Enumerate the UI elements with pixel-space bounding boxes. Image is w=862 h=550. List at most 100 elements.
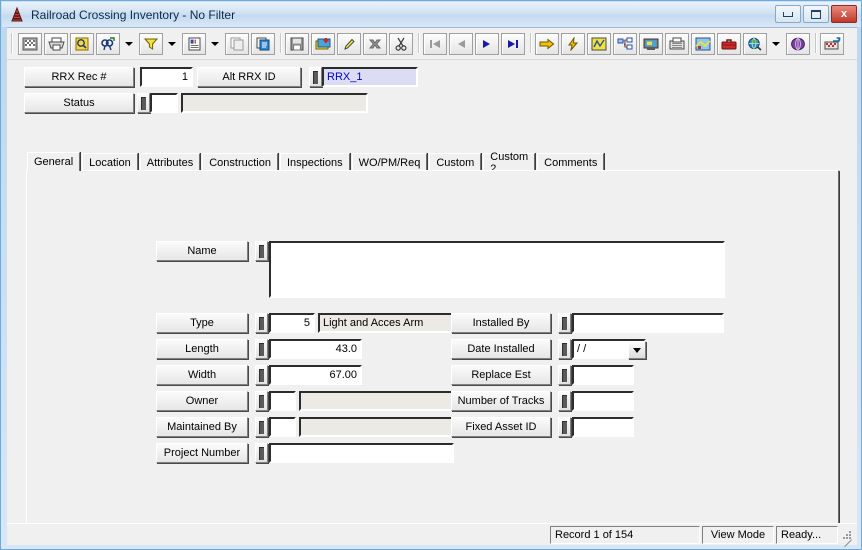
tab-custom[interactable]: Custom bbox=[429, 153, 482, 171]
monitor-icon[interactable] bbox=[639, 32, 663, 55]
alt-rrx-id-lookup-button[interactable] bbox=[309, 67, 322, 87]
replace-est-value[interactable] bbox=[572, 365, 634, 385]
hierarchy-icon[interactable] bbox=[613, 32, 637, 55]
fixed-asset-id-label[interactable]: Fixed Asset ID bbox=[451, 417, 551, 437]
next-record-icon[interactable] bbox=[475, 32, 499, 55]
status-bar: Record 1 of 154 View Mode Ready... bbox=[7, 523, 857, 547]
installed-by-label[interactable]: Installed By bbox=[451, 313, 551, 333]
project-number-value[interactable] bbox=[269, 443, 454, 463]
minimize-button[interactable] bbox=[775, 5, 801, 23]
previous-record-icon[interactable] bbox=[449, 32, 473, 55]
globe-dropdown-arrow[interactable] bbox=[768, 31, 783, 56]
owner-description bbox=[299, 391, 454, 411]
date-installed-dropdown-button[interactable] bbox=[628, 341, 646, 359]
date-installed-lookup-button[interactable] bbox=[558, 339, 571, 359]
tab-inspections[interactable]: Inspections bbox=[279, 153, 350, 171]
paste-record-icon[interactable] bbox=[251, 32, 275, 55]
width-lookup-button[interactable] bbox=[255, 365, 268, 385]
resize-grip[interactable] bbox=[840, 528, 854, 547]
exit-icon[interactable] bbox=[820, 32, 844, 55]
ready-indicator: Ready... bbox=[776, 525, 838, 544]
tab-strip: General Location Attributes Construction… bbox=[27, 151, 605, 175]
type-label[interactable]: Type bbox=[156, 313, 248, 333]
number-of-tracks-lookup-button[interactable] bbox=[558, 391, 571, 411]
number-of-tracks-value[interactable] bbox=[572, 391, 634, 411]
tab-wo-pm-req[interactable]: WO/PM/Req bbox=[351, 153, 428, 171]
globe-search-icon[interactable] bbox=[743, 32, 767, 55]
length-lookup-button[interactable] bbox=[255, 339, 268, 359]
cut-icon[interactable] bbox=[389, 32, 413, 55]
diagram-icon[interactable] bbox=[587, 32, 611, 55]
grid-view-icon[interactable] bbox=[18, 32, 42, 55]
status-lookup-button[interactable] bbox=[137, 93, 150, 113]
width-label[interactable]: Width bbox=[156, 365, 248, 385]
print-preview-icon[interactable] bbox=[70, 32, 94, 55]
close-button[interactable]: x bbox=[831, 5, 857, 23]
filter-dropdown-arrow[interactable] bbox=[164, 31, 179, 56]
alt-rrx-id-value[interactable]: RRX_1 bbox=[322, 67, 418, 87]
rrx-rec-label[interactable]: RRX Rec # bbox=[24, 67, 134, 87]
number-of-tracks-label[interactable]: Number of Tracks bbox=[451, 391, 551, 411]
alt-rrx-id-label[interactable]: Alt RRX ID bbox=[197, 67, 301, 87]
project-number-lookup-button[interactable] bbox=[255, 443, 268, 463]
edit-record-icon[interactable] bbox=[337, 32, 361, 55]
name-value[interactable] bbox=[269, 241, 725, 298]
goto-icon[interactable] bbox=[535, 32, 559, 55]
type-lookup-button[interactable] bbox=[255, 313, 268, 333]
fixed-asset-id-value[interactable] bbox=[572, 417, 634, 437]
status-label[interactable]: Status bbox=[24, 93, 134, 113]
report-dropdown-arrow[interactable] bbox=[207, 31, 222, 56]
replace-est-lookup-button[interactable] bbox=[558, 365, 571, 385]
installed-by-lookup-button[interactable] bbox=[558, 313, 571, 333]
tab-attributes[interactable]: Attributes bbox=[139, 153, 201, 171]
window-title: Railroad Crossing Inventory - No Filter bbox=[31, 7, 236, 22]
map-icon[interactable] bbox=[691, 32, 715, 55]
tab-construction[interactable]: Construction bbox=[202, 153, 278, 171]
find-icon[interactable] bbox=[96, 32, 120, 55]
rrx-rec-value[interactable]: 1 bbox=[140, 67, 193, 87]
project-number-label[interactable]: Project Number bbox=[156, 443, 248, 463]
owner-code[interactable] bbox=[269, 391, 296, 411]
maintained-by-code[interactable] bbox=[269, 417, 296, 437]
maintained-by-label[interactable]: Maintained By bbox=[156, 417, 248, 437]
installed-by-value[interactable] bbox=[572, 313, 724, 333]
tab-comments[interactable]: Comments bbox=[537, 153, 605, 171]
find-dropdown-arrow[interactable] bbox=[121, 31, 136, 56]
maintained-by-lookup-button[interactable] bbox=[255, 417, 268, 437]
copy-record-icon[interactable] bbox=[225, 32, 249, 55]
fixed-asset-id-lookup-button[interactable] bbox=[558, 417, 571, 437]
separator-3 bbox=[526, 33, 534, 55]
date-installed-label[interactable]: Date Installed bbox=[451, 339, 551, 359]
owner-lookup-button[interactable] bbox=[255, 391, 268, 411]
help-book-icon[interactable] bbox=[786, 32, 810, 55]
length-label[interactable]: Length bbox=[156, 339, 248, 359]
width-value[interactable]: 67.00 bbox=[269, 365, 362, 385]
fax-icon[interactable] bbox=[665, 32, 689, 55]
report-icon[interactable] bbox=[182, 32, 206, 55]
quick-action-icon[interactable] bbox=[561, 32, 585, 55]
filter-funnel-icon[interactable] bbox=[139, 32, 163, 55]
delete-record-icon[interactable] bbox=[363, 32, 387, 55]
owner-label[interactable]: Owner bbox=[156, 391, 248, 411]
title-bar[interactable]: Railroad Crossing Inventory - No Filter … bbox=[2, 2, 861, 27]
record-header: RRX Rec # 1 Alt RRX ID RRX_1 Status bbox=[7, 61, 857, 148]
name-label[interactable]: Name bbox=[156, 241, 248, 261]
type-code[interactable]: 5 bbox=[269, 313, 315, 333]
last-record-icon[interactable] bbox=[501, 32, 525, 55]
first-record-icon[interactable] bbox=[423, 32, 447, 55]
window-controls: x bbox=[775, 5, 857, 23]
status-code[interactable] bbox=[150, 93, 178, 113]
name-lookup-button[interactable] bbox=[255, 241, 268, 261]
replace-est-label[interactable]: Replace Est bbox=[451, 365, 551, 385]
toolbox-icon[interactable] bbox=[717, 32, 741, 55]
tab-custom-2[interactable]: Custom 2 bbox=[483, 151, 536, 175]
length-value[interactable]: 43.0 bbox=[269, 339, 362, 359]
maximize-button[interactable] bbox=[803, 5, 829, 23]
edit-mode-indicator: View Mode bbox=[702, 525, 774, 544]
new-record-icon[interactable] bbox=[311, 32, 335, 55]
tab-general[interactable]: General bbox=[27, 152, 81, 171]
save-icon[interactable] bbox=[285, 32, 309, 55]
print-icon[interactable] bbox=[44, 32, 68, 55]
separator-1 bbox=[276, 33, 284, 55]
tab-location[interactable]: Location bbox=[82, 153, 138, 171]
